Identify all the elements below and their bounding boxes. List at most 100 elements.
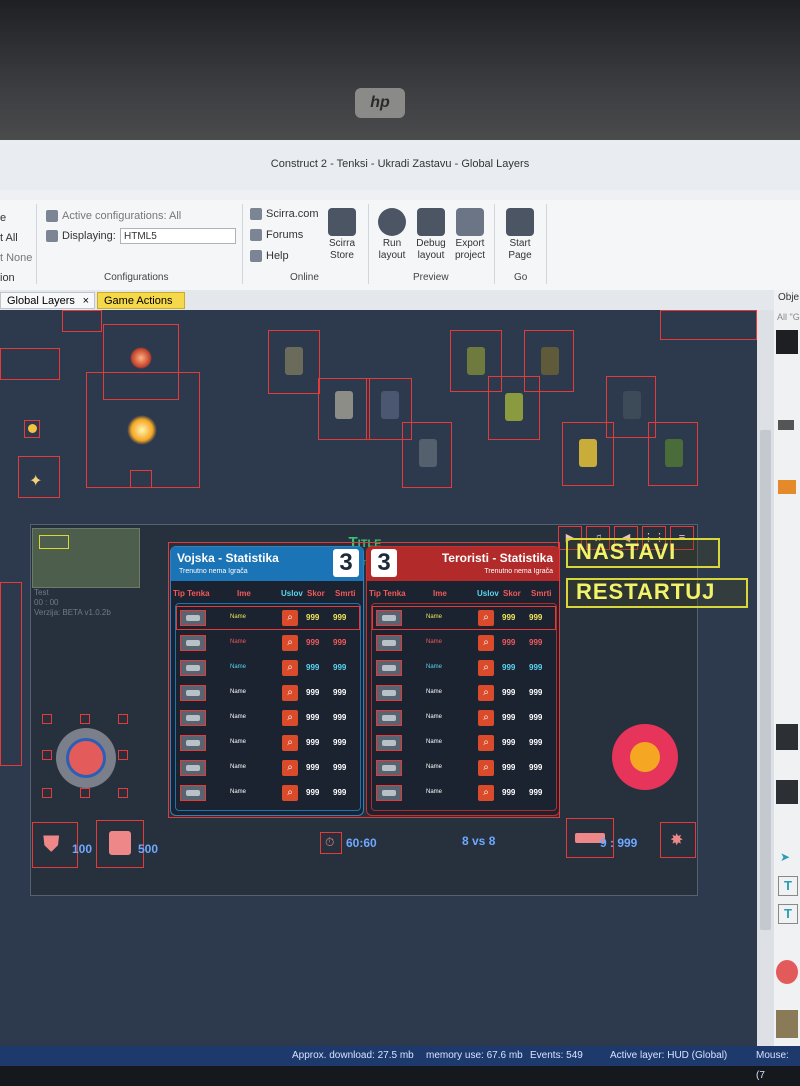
target-icon bbox=[630, 742, 660, 772]
shield-icon: ⛊ bbox=[43, 831, 60, 856]
tank-sprite[interactable] bbox=[268, 330, 320, 394]
tank-sprite[interactable] bbox=[318, 378, 370, 440]
sprite-bounds[interactable] bbox=[660, 310, 757, 340]
forums-label: Forums bbox=[266, 229, 304, 241]
dpad-button[interactable] bbox=[80, 714, 90, 724]
objects-panel: Obje All "G ➤ T T bbox=[774, 290, 800, 1050]
ribbon-select-all[interactable]: t All bbox=[0, 232, 18, 244]
forums-link[interactable]: Forums bbox=[250, 229, 304, 242]
object-thumb[interactable] bbox=[778, 480, 796, 494]
status-bar: Approx. download: 27.5 mb memory use: 67… bbox=[0, 1046, 800, 1081]
help-link[interactable]: Help bbox=[250, 250, 289, 263]
object-thumb[interactable] bbox=[778, 420, 794, 430]
score-value: 9 : 999 bbox=[600, 836, 638, 850]
start-page-label: Start Page bbox=[508, 238, 532, 261]
text-object-icon[interactable]: T bbox=[778, 876, 798, 896]
ribbon-select-none[interactable]: t None bbox=[0, 252, 32, 264]
layout-canvas[interactable]: ✦ Test 00 : 00 Verzija: BETA v1.0.2b Tit… bbox=[0, 310, 757, 1046]
ribbon-separator bbox=[546, 204, 547, 284]
object-thumb[interactable] bbox=[776, 780, 798, 804]
forums-icon bbox=[250, 229, 262, 242]
objects-panel-filter: All "G bbox=[777, 312, 800, 322]
ribbon-left-item[interactable]: e bbox=[0, 212, 6, 224]
tank-sprite[interactable] bbox=[524, 330, 574, 392]
dpad-button[interactable] bbox=[42, 788, 52, 798]
object-thumb[interactable] bbox=[776, 724, 798, 750]
help-icon bbox=[250, 250, 262, 263]
health-value: 100 bbox=[72, 842, 93, 856]
displaying-label: Displaying: bbox=[62, 230, 116, 242]
text-object-icon[interactable]: T bbox=[778, 904, 798, 924]
explosion-icon bbox=[130, 347, 152, 369]
flash-icon bbox=[127, 415, 157, 445]
sprite-bounds[interactable] bbox=[62, 310, 102, 332]
tab-game-actions[interactable]: Game Actions bbox=[97, 292, 185, 309]
fire-button[interactable] bbox=[612, 724, 678, 790]
info-test: Test bbox=[34, 588, 49, 597]
start-page-button[interactable]: Start Page bbox=[500, 208, 540, 262]
help-label: Help bbox=[266, 250, 289, 262]
tank-icon bbox=[541, 347, 559, 375]
store-icon bbox=[328, 208, 356, 236]
object-thumb[interactable] bbox=[776, 960, 798, 984]
ribbon-group-selection: ion bbox=[0, 272, 15, 284]
ribbon-separator bbox=[494, 204, 495, 284]
joystick-knob[interactable] bbox=[66, 738, 106, 778]
restart-button[interactable]: RESTARTUJ bbox=[566, 578, 748, 608]
scrollbar-thumb[interactable] bbox=[760, 430, 771, 930]
tab-label: Global Layers bbox=[7, 295, 75, 307]
minimap[interactable] bbox=[32, 528, 140, 588]
dpad-button[interactable] bbox=[42, 750, 52, 760]
active-configurations[interactable]: Active configurations: All bbox=[46, 210, 181, 223]
tank-icon bbox=[285, 347, 303, 375]
scirra-link[interactable]: Scirra.com bbox=[250, 208, 319, 221]
export-project-button[interactable]: Export project bbox=[450, 208, 490, 262]
configurations-group-label: Configurations bbox=[104, 272, 169, 283]
laptop-logo: hp bbox=[355, 88, 405, 118]
object-thumb[interactable] bbox=[776, 1010, 798, 1038]
players-versus: 8 vs 8 bbox=[462, 834, 496, 848]
dpad-button[interactable] bbox=[42, 714, 52, 724]
layout-tabs: Global Layers × Game Actions bbox=[0, 290, 775, 310]
ribbon-separator bbox=[242, 204, 243, 284]
dpad-button[interactable] bbox=[118, 788, 128, 798]
info-time: 00 : 00 bbox=[34, 598, 59, 607]
vertical-scrollbar[interactable] bbox=[757, 310, 774, 1046]
displaying-select[interactable]: HTML5 bbox=[120, 228, 236, 244]
tank-icon bbox=[467, 347, 485, 375]
emblem-slot: ✸ bbox=[660, 822, 696, 858]
debug-layout-button[interactable]: Debug layout bbox=[411, 208, 451, 262]
title-bar: Construct 2 - Tenksi - Ukradi Zastavu - … bbox=[0, 140, 800, 190]
close-icon[interactable]: × bbox=[83, 293, 89, 310]
ribbon-separator bbox=[368, 204, 369, 284]
config-icon bbox=[46, 210, 58, 223]
impact-sprite[interactable]: ✦ bbox=[18, 456, 60, 498]
tank-sprite[interactable] bbox=[402, 422, 452, 488]
tank-sprite[interactable] bbox=[648, 422, 698, 486]
emblem-icon: ✸ bbox=[670, 832, 684, 849]
export-icon bbox=[456, 208, 484, 236]
scirra-store-button[interactable]: Scirra Store bbox=[322, 208, 362, 262]
objects-panel-header: Obje bbox=[778, 292, 800, 303]
continue-button[interactable]: NASTAVI bbox=[566, 538, 720, 568]
run-layout-button[interactable]: Run layout bbox=[372, 208, 412, 262]
spark-sprite[interactable] bbox=[130, 470, 152, 488]
display-icon bbox=[46, 230, 58, 243]
object-thumb[interactable] bbox=[776, 330, 798, 354]
dpad-button[interactable] bbox=[118, 750, 128, 760]
dpad-button[interactable] bbox=[80, 788, 90, 798]
laptop-bezel: hp bbox=[0, 0, 800, 140]
spark-sprite[interactable] bbox=[24, 420, 40, 438]
object-thumb[interactable]: ➤ bbox=[780, 850, 790, 864]
joystick[interactable] bbox=[56, 728, 116, 788]
sprite-bounds[interactable] bbox=[0, 348, 60, 380]
sprite-bounds[interactable] bbox=[0, 582, 22, 766]
scirra-icon bbox=[250, 208, 262, 221]
tank-icon bbox=[335, 391, 353, 419]
stopwatch-icon: ⏱ bbox=[325, 835, 335, 849]
scirra-label: Scirra.com bbox=[266, 208, 319, 220]
scirra-store-label: Scirra Store bbox=[328, 238, 356, 261]
tab-global-layers[interactable]: Global Layers × bbox=[0, 292, 95, 309]
dpad-button[interactable] bbox=[118, 714, 128, 724]
debug-layout-label: Debug layout bbox=[416, 238, 446, 261]
